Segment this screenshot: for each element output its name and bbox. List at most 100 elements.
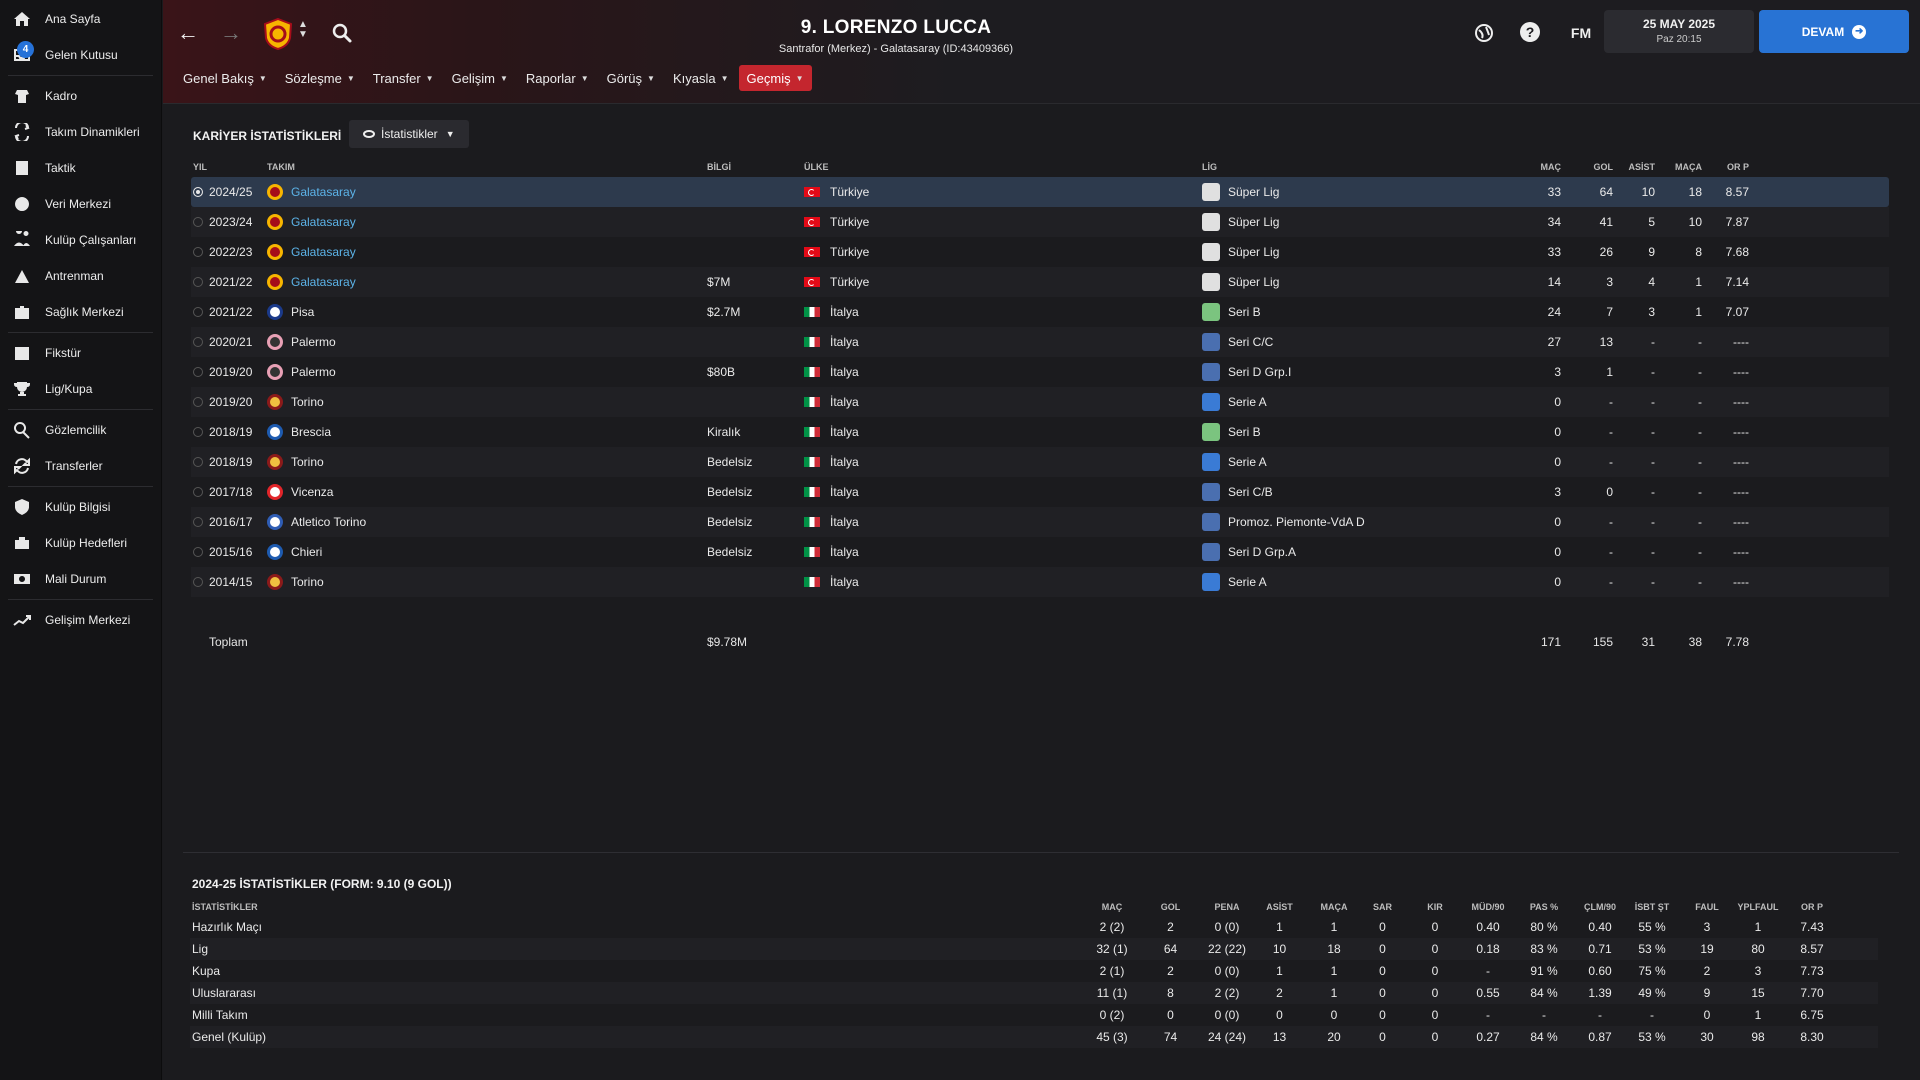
sidebar-item-kulüp-çalışanları[interactable]: Kulüp Çalışanları [0,222,161,258]
country-cell[interactable]: Türkiye [804,267,1004,297]
table-row[interactable]: 2021/22 Pisa $2.7M İtalya Seri B 24 7 3 1 7.07 [191,297,1889,327]
stats-column-header[interactable]: MÜD/90 [1458,898,1518,916]
league-cell[interactable]: Seri C/C [1202,327,1502,357]
team-name[interactable]: Torino [291,575,324,589]
column-header-team[interactable]: TAKIM [267,157,467,177]
team-name[interactable]: Palermo [291,335,336,349]
row-select-radio[interactable] [193,397,203,407]
column-header-gol[interactable]: GOL [1553,157,1614,177]
stats-column-header[interactable]: MAÇ [1082,898,1142,916]
statistics-dropdown[interactable]: İstatistikler ▼ [349,120,469,148]
table-row[interactable]: 2016/17 Atletico Torino Bedelsiz İtalya Prom… [191,507,1889,537]
league-cell[interactable]: Seri D Grp.A [1202,537,1502,567]
league-cell[interactable]: Süper Lig [1202,237,1502,267]
team-cell[interactable]: Palermo [267,357,467,387]
table-row[interactable]: 2019/20 Torino İtalya Serie A 0- - - ---- [191,387,1889,417]
team-cell[interactable]: Vicenza [267,477,467,507]
row-select-radio[interactable] [193,187,203,197]
table-row[interactable]: 2023/24 Galatasaray Türkiye Süper Lig 34 41 5 1… [191,207,1889,237]
team-cell[interactable]: Atletico Torino [267,507,467,537]
table-row[interactable]: 2020/21 Palermo İtalya Seri C/C 27 13- - ---- [191,327,1889,357]
country-cell[interactable]: İtalya [804,447,1004,477]
country-cell[interactable]: Türkiye [804,237,1004,267]
team-cell[interactable]: Chieri [267,537,467,567]
country-cell[interactable]: İtalya [804,357,1004,387]
country-cell[interactable]: İtalya [804,507,1004,537]
table-row[interactable]: 2014/15 Torino İtalya Serie A 0- - - ---- [191,567,1889,597]
team-cell[interactable]: Galatasaray [267,267,467,297]
sidebar-item-takım-dinamikleri[interactable]: Takım Dinamikleri [0,114,161,150]
team-name[interactable]: Torino [291,455,324,469]
stats-column-header[interactable]: ÇLM/90 [1570,898,1630,916]
team-name[interactable]: Galatasaray [291,185,356,199]
league-cell[interactable]: Süper Lig [1202,177,1502,207]
globe-icon[interactable] [1473,22,1495,44]
column-header-mac[interactable]: MAÇ [1491,157,1562,177]
fm-menu-button[interactable]: FM [1566,22,1596,44]
country-cell[interactable]: İtalya [804,537,1004,567]
stats-column-header[interactable]: GOL [1148,898,1193,916]
column-header-orp[interactable]: OR P [1691,157,1749,177]
tab-geçmiş[interactable]: Geçmiş ▼ [738,65,812,91]
column-header-asist[interactable]: ASİST [1605,157,1655,177]
sidebar-item-lig-kupa[interactable]: Lig/Kupa [0,371,161,407]
league-cell[interactable]: Süper Lig [1202,267,1502,297]
tab-kıyasla[interactable]: Kıyasla ▼ [665,65,737,91]
table-row[interactable]: 2017/18 Vicenza Bedelsiz İtalya Seri C/B 3 0- -… [191,477,1889,507]
row-select-radio[interactable] [193,577,203,587]
league-cell[interactable]: Seri D Grp.I [1202,357,1502,387]
tab-raporlar[interactable]: Raporlar ▼ [518,65,597,91]
team-cell[interactable]: Galatasaray [267,237,467,267]
sidebar-item-transferler[interactable]: Transferler [0,448,161,484]
sidebar-item-taktik[interactable]: Taktik [0,150,161,186]
row-select-radio[interactable] [193,457,203,467]
league-cell[interactable]: Promoz. Piemonte-VdA D [1202,507,1502,537]
country-cell[interactable]: Türkiye [804,177,1004,207]
table-row[interactable]: 2021/22 Galatasaray $7M Türkiye Süper Lig 14 3… [191,267,1889,297]
sidebar-item-sağlık-merkezi[interactable]: Sağlık Merkezi [0,294,161,330]
sidebar-item-kadro[interactable]: Kadro [0,78,161,114]
tab-genel-bakış[interactable]: Genel Bakış ▼ [175,65,275,91]
row-select-radio[interactable] [193,427,203,437]
stats-column-header[interactable]: SAR [1355,898,1410,916]
team-cell[interactable]: Torino [267,447,467,477]
team-name[interactable]: Brescia [291,425,331,439]
column-header-league[interactable]: LİG [1202,157,1502,177]
row-select-radio[interactable] [193,547,203,557]
team-name[interactable]: Chieri [291,545,322,559]
team-cell[interactable]: Brescia [267,417,467,447]
table-row[interactable]: 2024/25 Galatasaray Türkiye Süper Lig 33 64 10… [191,177,1889,207]
team-name[interactable]: Vicenza [291,485,333,499]
table-row[interactable]: 2018/19 Brescia Kiralık İtalya Seri B 0- - - ---… [191,417,1889,447]
team-name[interactable]: Pisa [291,305,314,319]
team-name[interactable]: Atletico Torino [291,515,366,529]
row-select-radio[interactable] [193,247,203,257]
stats-column-header[interactable]: İSBT ŞT [1622,898,1682,916]
stats-column-header[interactable]: OR P [1783,898,1841,916]
table-row[interactable]: 2015/16 Chieri Bedelsiz İtalya Seri D Grp.A 0… [191,537,1889,567]
team-name[interactable]: Palermo [291,365,336,379]
tab-görüş[interactable]: Görüş ▼ [599,65,663,91]
sidebar-item-veri-merkezi[interactable]: Veri Merkezi [0,186,161,222]
row-select-radio[interactable] [193,217,203,227]
team-cell[interactable]: Pisa [267,297,467,327]
row-select-radio[interactable] [193,487,203,497]
league-cell[interactable]: Seri C/B [1202,477,1502,507]
country-cell[interactable]: Türkiye [804,207,1004,237]
country-cell[interactable]: İtalya [804,477,1004,507]
row-select-radio[interactable] [193,277,203,287]
team-cell[interactable]: Torino [267,567,467,597]
league-cell[interactable]: Serie A [1202,567,1502,597]
country-cell[interactable]: İtalya [804,417,1004,447]
column-header-year[interactable]: YIL [193,157,263,177]
team-name[interactable]: Galatasaray [291,215,356,229]
league-cell[interactable]: Seri B [1202,417,1502,447]
table-row[interactable]: 2018/19 Torino Bedelsiz İtalya Serie A 0- - - --… [191,447,1889,477]
country-cell[interactable]: İtalya [804,297,1004,327]
help-icon[interactable]: ? [1520,22,1540,42]
tab-gelişim[interactable]: Gelişim ▼ [444,65,516,91]
row-select-radio[interactable] [193,517,203,527]
country-cell[interactable]: İtalya [804,387,1004,417]
date-display[interactable]: 25 MAY 2025 Paz 20:15 [1604,10,1754,53]
league-cell[interactable]: Seri B [1202,297,1502,327]
